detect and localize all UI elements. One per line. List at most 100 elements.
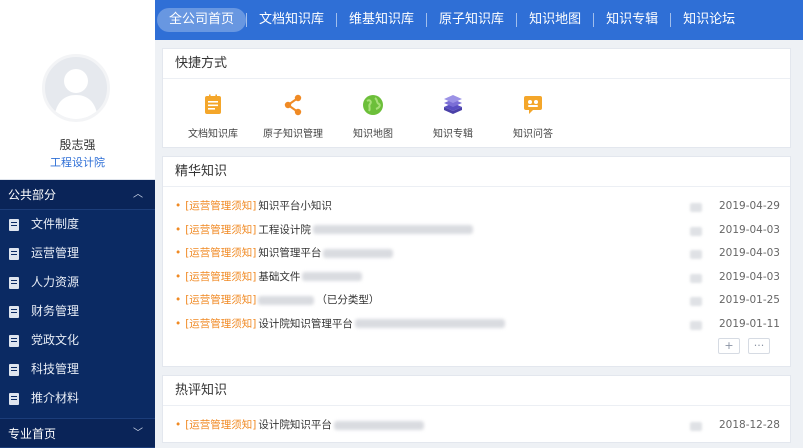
sidebar-item-label: 运营管理 (31, 246, 80, 260)
user-dept[interactable]: 工程设计院 (0, 154, 155, 170)
shortcut-label: 原子知识管理 (263, 129, 323, 140)
default-user-icon (54, 69, 98, 119)
nav-knowledge-album[interactable]: 知识专辑 (594, 8, 670, 32)
nav-home[interactable]: 全公司首页 (157, 8, 247, 32)
item-title[interactable]: 基础文件 (258, 271, 300, 283)
document-icon (9, 248, 19, 260)
document-icon (205, 94, 221, 114)
item-author (690, 297, 702, 306)
nav-atomic-library[interactable]: 原子知识库 (427, 8, 516, 32)
nav-knowledge-map[interactable]: 知识地图 (517, 8, 593, 32)
shortcut-label: 知识问答 (513, 129, 553, 140)
item-date: 2019-01-11 (718, 317, 780, 330)
sidebar-item-promo[interactable]: 推介材料 (0, 384, 155, 413)
bullet-icon: • (175, 223, 182, 236)
sidebar-item-label: 党政文化 (31, 333, 80, 347)
share-icon (284, 94, 302, 116)
shortcut-knowledge-map[interactable]: 知识地图 (333, 79, 413, 147)
redacted-text (312, 225, 473, 234)
bullet-icon: • (175, 200, 182, 212)
item-title[interactable]: 设计院知识管理平台 (258, 318, 353, 330)
chevron-down-icon[interactable]: ﹀ (133, 419, 143, 448)
item-title[interactable]: 知识管理平台 (258, 247, 321, 259)
add-button[interactable]: + (718, 338, 740, 354)
nav-wiki-library[interactable]: 维基知识库 (337, 8, 426, 32)
item-tag[interactable]: [运营管理须知] (185, 318, 256, 330)
document-icon (9, 277, 19, 289)
shortcut-knowledge-qa[interactable]: 知识问答 (493, 79, 573, 147)
main-content: 快捷方式 文档知识库 原子知识管理 知识地图 知识专辑 知识问答 精华知识 • … (162, 48, 791, 448)
section-public[interactable]: 公共部分 ︿ (0, 180, 155, 210)
item-tag[interactable]: [运营管理须知] (185, 419, 256, 431)
sidebar-item-hr[interactable]: 人力资源 (0, 268, 155, 297)
redacted-text (354, 319, 505, 328)
shortcut-label: 知识专辑 (433, 129, 473, 140)
document-icon (9, 219, 19, 231)
list-actions: + ··· (175, 336, 780, 362)
shortcut-knowledge-album[interactable]: 知识专辑 (413, 79, 493, 147)
redacted-text (258, 295, 315, 305)
item-author (690, 320, 702, 330)
sidebar-item-finance[interactable]: 财务管理 (0, 297, 155, 326)
user-profile: 殷志强 工程设计院 (0, 40, 155, 180)
nav-knowledge-forum[interactable]: 知识论坛 (671, 8, 747, 32)
sidebar-item-file-policy[interactable]: 文件制度 (0, 210, 155, 239)
bullet-icon: • (175, 247, 182, 259)
list-item[interactable]: • [运营管理须知] 设计院知识平台 2018-12-28 (175, 414, 780, 438)
sidebar-item-party-culture[interactable]: 党政文化 (0, 326, 155, 355)
bullet-icon: • (175, 419, 182, 431)
item-author (690, 273, 702, 283)
top-navbar: 全公司首页 文档知识库 维基知识库 原子知识库 知识地图 知识专辑 知识论坛 (0, 0, 803, 40)
shortcut-atomic-knowledge[interactable]: 原子知识管理 (253, 79, 333, 147)
logo-area (0, 0, 155, 40)
section-professional[interactable]: 专业首页 ﹀ (0, 418, 155, 448)
item-date: 2019-01-25 (718, 294, 780, 306)
sidebar-item-label: 文件制度 (31, 217, 80, 231)
item-tag[interactable]: [运营管理须知] (185, 224, 256, 236)
item-author (690, 250, 702, 259)
main-nav: 全公司首页 文档知识库 维基知识库 原子知识库 知识地图 知识专辑 知识论坛 (155, 0, 747, 40)
featured-knowledge-panel: 精华知识 • [运营管理须知] 知识平台小知识 2019-04-29 • [运营管理须… (162, 156, 791, 367)
list-item[interactable]: • [运营管理须知] 知识管理平台 2019-04-03 (175, 242, 780, 266)
sidebar-item-tech[interactable]: 科技管理 (0, 355, 155, 384)
item-tag[interactable]: [运营管理须知] (185, 200, 256, 212)
sidebar-item-label: 科技管理 (31, 362, 80, 376)
sidebar-item-label: 人力资源 (31, 275, 80, 289)
item-title[interactable]: （已分类型） (316, 294, 379, 306)
list-item[interactable]: • [运营管理须知] （已分类型） 2019-01-25 (175, 289, 780, 313)
item-title[interactable]: 设计院知识平台 (258, 419, 332, 431)
item-tag[interactable]: [运营管理须知] (185, 294, 256, 306)
item-date: 2019-04-03 (718, 270, 780, 283)
avatar[interactable] (42, 54, 110, 122)
hot-review-panel: 热评知识 • [运营管理须知] 设计院知识平台 2018-12-28 (162, 375, 791, 443)
list-item[interactable]: • [运营管理须知] 工程设计院 2019-04-03 (175, 219, 780, 243)
shortcut-doc-library[interactable]: 文档知识库 (173, 79, 253, 147)
list-item[interactable]: • [运营管理须知] 设计院知识管理平台 2019-01-11 (175, 313, 780, 337)
globe-icon (363, 95, 383, 115)
list-item[interactable]: • [运营管理须知] 基础文件 2019-04-03 (175, 266, 780, 290)
list-item[interactable]: • [运营管理须知] 知识平台小知识 2019-04-29 (175, 195, 780, 219)
books-icon (444, 95, 462, 114)
hot-title: 热评知识 (163, 376, 790, 406)
chat-icon (524, 96, 542, 114)
sidebar-item-operations[interactable]: 运营管理 (0, 239, 155, 268)
item-title[interactable]: 知识平台小知识 (258, 200, 332, 212)
featured-title: 精华知识 (163, 157, 790, 187)
bullet-icon: • (175, 294, 182, 306)
item-tag[interactable]: [运营管理须知] (185, 247, 256, 259)
item-date: 2019-04-03 (718, 223, 780, 236)
document-icon (9, 306, 19, 318)
bullet-icon: • (175, 270, 182, 283)
more-button[interactable]: ··· (748, 338, 770, 354)
item-tag[interactable]: [运营管理须知] (185, 271, 256, 283)
bullet-icon: • (175, 317, 182, 330)
sidebar: 殷志强 工程设计院 公共部分 ︿ 文件制度 运营管理 人力资源 财务管理 党政文… (0, 40, 155, 448)
item-date: 2018-12-28 (718, 419, 780, 431)
nav-doc-library[interactable]: 文档知识库 (247, 8, 336, 32)
redacted-text (323, 248, 394, 258)
shortcut-label: 知识地图 (353, 129, 393, 140)
chevron-up-icon[interactable]: ︿ (133, 180, 143, 210)
redacted-text (302, 272, 363, 281)
item-title[interactable]: 工程设计院 (258, 224, 311, 236)
sidebar-item-label: 财务管理 (31, 304, 80, 318)
